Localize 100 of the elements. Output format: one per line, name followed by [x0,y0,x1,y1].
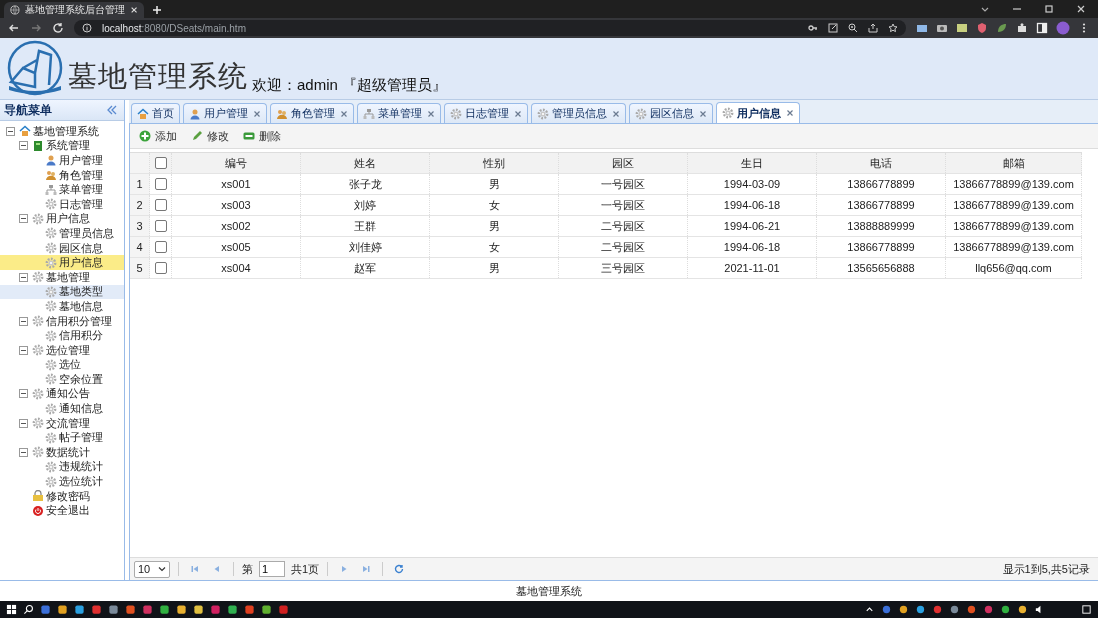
tree-item[interactable]: 用户管理 [0,153,124,168]
app-icon[interactable] [74,604,85,615]
tab[interactable]: 管理员信息 [531,103,626,123]
collapse-toggle-icon[interactable] [19,418,28,428]
collapse-toggle-icon[interactable] [19,447,28,457]
tree-item[interactable]: 角色管理 [0,167,124,183]
column-header[interactable]: 园区 [559,153,688,173]
toolbar-button[interactable]: 添加 [134,126,182,146]
collapse-toggle-icon[interactable] [6,126,15,136]
tray-icon[interactable] [881,604,892,615]
tree-item[interactable]: 墓地类型 [0,284,124,300]
collapse-toggle-icon[interactable] [19,272,28,282]
zoom-icon[interactable] [848,23,858,33]
tree-item[interactable]: 交流管理 [0,415,124,431]
tree-item[interactable]: 墓地信息 [0,299,124,314]
toolbar-button[interactable]: 删除 [238,126,286,146]
tree-item[interactable]: 墓地管理系统 [0,124,124,139]
tree-item[interactable]: 通知公告 [0,386,124,402]
select-all-checkbox[interactable] [154,157,167,169]
column-header[interactable]: 电话 [817,153,946,173]
tree-item[interactable]: 安全退出 [0,503,124,519]
app-icon[interactable] [193,604,204,615]
shield-icon[interactable] [976,22,988,34]
refresh-icon[interactable] [394,564,405,574]
tree-item[interactable]: 信用积分管理 [0,313,124,329]
tree-item[interactable]: 日志管理 [0,196,124,212]
windows-start-icon[interactable] [6,604,17,615]
tab[interactable]: 用户信息 [716,102,800,123]
page-number-field[interactable]: 1 [259,561,285,577]
star-icon[interactable] [888,23,898,33]
collapse-toggle-icon[interactable] [19,345,28,355]
key-icon[interactable] [808,23,818,33]
app-icon[interactable] [125,604,136,615]
tray-icon[interactable] [932,604,943,615]
tree-item[interactable]: 选位统计 [0,474,124,489]
tab[interactable]: 园区信息 [629,103,713,123]
new-tab-icon[interactable] [152,5,162,15]
tray-icon[interactable] [898,604,909,615]
column-header[interactable]: 邮箱 [946,153,1082,173]
close-icon[interactable] [1076,4,1086,14]
camera-icon[interactable] [936,22,948,34]
browser-tab[interactable]: 墓地管理系统后台管理 [4,2,144,18]
tree-item[interactable]: 信用积分 [0,328,124,343]
tab[interactable]: 日志管理 [444,103,528,123]
toolbar-button[interactable]: 修改 [186,126,234,146]
search-icon[interactable] [23,604,34,615]
tab[interactable]: 角色管理 [270,103,354,123]
folder-icon[interactable] [916,22,928,34]
tree-item[interactable]: 墓地管理 [0,269,124,285]
tree-item[interactable]: 菜单管理 [0,182,124,197]
tab[interactable]: 首页 [131,103,180,123]
tree-item[interactable]: 空余位置 [0,372,124,387]
tree-item[interactable]: 违规统计 [0,459,124,475]
tree-item[interactable]: 帖子管理 [0,430,124,446]
external-link-icon[interactable] [828,23,838,33]
column-header[interactable]: 编号 [172,153,301,173]
app-icon[interactable] [108,604,119,615]
maximize-icon[interactable] [1044,4,1054,14]
app-icon[interactable] [159,604,170,615]
tray-icon[interactable] [949,604,960,615]
tab[interactable]: 用户管理 [183,103,267,123]
puzzle-icon[interactable] [1016,22,1028,34]
tree-item[interactable]: 通知信息 [0,401,124,416]
column-header[interactable]: 生日 [688,153,817,173]
image-icon[interactable] [956,22,968,34]
app-icon[interactable] [176,604,187,615]
tree-item[interactable]: 管理员信息 [0,226,124,241]
app-icon[interactable] [244,604,255,615]
tray-icon[interactable] [1017,604,1028,615]
collapse-toggle-icon[interactable] [19,214,28,224]
app-icon[interactable] [57,604,68,615]
row-checkbox[interactable] [154,241,167,253]
tree-item[interactable]: 选位管理 [0,342,124,358]
tree-item[interactable]: 用户信息 [0,255,124,270]
avatar-icon[interactable] [1056,21,1070,35]
sidebar-icon[interactable] [1036,22,1048,34]
page-size-select[interactable]: 10 [134,560,170,578]
tree-item[interactable]: 修改密码 [0,488,124,504]
column-header[interactable]: 性别 [430,153,559,173]
tree-item[interactable]: 用户信息 [0,211,124,227]
share-icon[interactable] [868,23,878,33]
address-field[interactable]: localhost:8080/DSeats/main.htm [74,20,906,36]
column-header[interactable]: 姓名 [301,153,430,173]
tree-item[interactable]: 选位 [0,357,124,373]
row-checkbox[interactable] [154,262,167,274]
tray-icon[interactable] [966,604,977,615]
app-icon[interactable] [261,604,272,615]
tab[interactable]: 菜单管理 [357,103,441,123]
tray-icon[interactable] [1000,604,1011,615]
back-icon[interactable] [8,22,20,34]
tree-item[interactable]: 园区信息 [0,240,124,256]
app-icon[interactable] [227,604,238,615]
leaf-icon[interactable] [996,22,1008,34]
row-checkbox[interactable] [154,220,167,232]
tray-icon[interactable] [915,604,926,615]
notification-icon[interactable] [1081,604,1092,615]
collapse-toggle-icon[interactable] [19,141,28,151]
row-checkbox[interactable] [154,178,167,190]
collapse-toggle-icon[interactable] [19,316,28,326]
forward-icon[interactable] [30,22,42,34]
